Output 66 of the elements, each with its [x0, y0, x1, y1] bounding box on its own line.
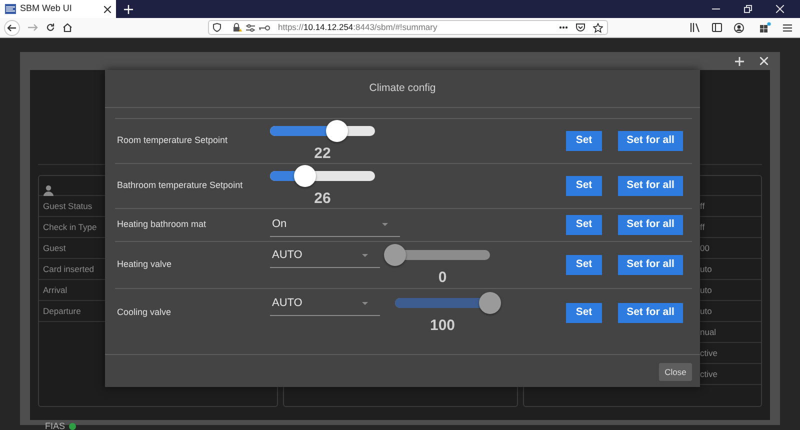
extensions-icon[interactable]: [760, 22, 771, 33]
library-icon[interactable]: [690, 23, 700, 32]
close-tab-icon[interactable]: [104, 6, 111, 12]
field-value: uto: [700, 304, 712, 318]
browser-tab[interactable]: SBM Web UI: [0, 0, 116, 18]
shield-icon[interactable]: [213, 23, 221, 32]
field-label: Departure: [43, 304, 81, 318]
slider-thumb[interactable]: [326, 120, 348, 142]
set-for-all-button[interactable]: Set for all: [618, 215, 683, 235]
field-value: ctive: [700, 368, 718, 380]
status-label: FIAS: [45, 420, 66, 430]
field-value: ff: [700, 220, 705, 234]
caret-icon: [382, 223, 388, 226]
tab-title: SBM Web UI: [20, 2, 73, 16]
more-icon[interactable]: [559, 26, 568, 29]
setting-label: Bathroom temperature Setpoint: [117, 179, 244, 192]
slider-value: 100: [430, 316, 456, 334]
pocket-icon[interactable]: [576, 23, 585, 32]
restore-icon[interactable]: [744, 5, 752, 13]
close-icon[interactable]: [760, 57, 768, 65]
field-label: Card inserted: [43, 262, 94, 276]
url-text[interactable]: https://10.14.12.254:8443/sbm/#!summary: [278, 21, 438, 34]
setting-label: Heating bathroom mat: [117, 218, 208, 232]
slider-thumb[interactable]: [294, 165, 316, 187]
address-bar[interactable]: https://10.14.12.254:8443/sbm/#!summary: [208, 20, 608, 35]
caret-icon: [362, 302, 368, 304]
add-icon[interactable]: [735, 56, 744, 66]
close-button[interactable]: Close: [659, 363, 692, 381]
field-value: uto: [700, 262, 712, 276]
person-icon: [43, 185, 54, 196]
favicon-icon: [5, 4, 16, 14]
close-window-icon[interactable]: [776, 5, 784, 13]
warning-lock-icon[interactable]: [233, 23, 242, 32]
slider-value: 22: [314, 145, 331, 162]
permissions-icon[interactable]: [246, 24, 255, 32]
field-label: Guest Status: [43, 200, 92, 212]
account-icon[interactable]: [734, 22, 744, 32]
set-button[interactable]: Set: [566, 131, 602, 151]
field-value: nual: [700, 326, 716, 338]
menu-icon[interactable]: [783, 24, 792, 32]
field-value: ctive: [700, 346, 718, 360]
sidebar-icon[interactable]: [712, 23, 722, 32]
setting-label: Room temperature Setpoint: [117, 134, 229, 148]
set-button[interactable]: Set: [566, 176, 602, 196]
field-label: Check in Type: [43, 220, 97, 234]
caret-icon: [362, 254, 368, 257]
field-label: Guest: [43, 242, 66, 254]
field-label: Arrival: [43, 284, 68, 296]
set-button[interactable]: Set: [566, 215, 602, 235]
key-icon[interactable]: [259, 24, 270, 30]
slider-value: 26: [314, 190, 331, 207]
slider-value: 0: [438, 269, 447, 286]
dropdown[interactable]: On: [270, 213, 400, 237]
field-value: 00: [700, 242, 710, 254]
field-value: ff: [700, 200, 705, 212]
setting-label: Cooling valve: [117, 306, 172, 319]
set-for-all-button[interactable]: Set for all: [618, 176, 683, 196]
home-icon[interactable]: [63, 23, 72, 32]
new-tab-icon[interactable]: [124, 4, 133, 14]
set-for-all-button[interactable]: Set for all: [618, 131, 683, 151]
star-icon[interactable]: [593, 22, 603, 32]
reload-icon[interactable]: [46, 23, 55, 32]
dialog-title: Climate config: [369, 80, 436, 96]
setting-label: Heating valve: [117, 258, 173, 272]
field-value: uto: [700, 284, 712, 296]
back-icon[interactable]: [4, 20, 20, 36]
